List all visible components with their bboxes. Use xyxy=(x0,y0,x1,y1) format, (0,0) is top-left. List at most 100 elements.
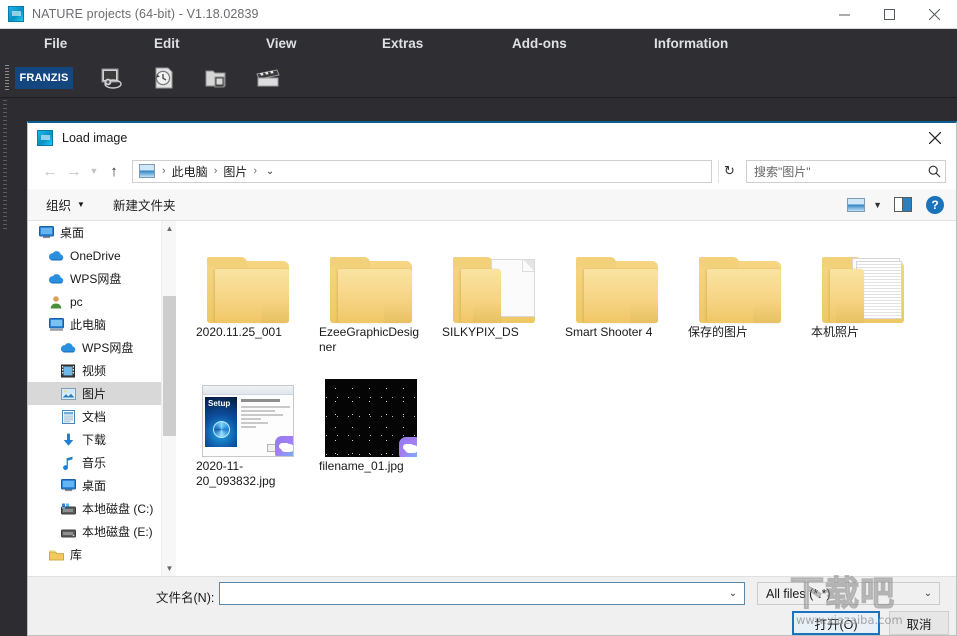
file-thumbnail: Setup xyxy=(200,365,296,457)
sidebar-item-label: pc xyxy=(70,294,83,309)
sidebar-item-9[interactable]: 下载 xyxy=(28,428,176,451)
sidebar-item-4[interactable]: 此电脑 xyxy=(28,313,176,336)
filename-field[interactable]: ⌄ xyxy=(219,582,745,605)
up-arrow-icon[interactable]: ↑ xyxy=(102,159,126,183)
search-icon xyxy=(923,165,945,178)
file-tile[interactable]: filename_01.jpg xyxy=(315,365,427,499)
forward-arrow-icon[interactable]: → xyxy=(62,159,86,183)
view-chevron-down-icon[interactable]: ▼ xyxy=(873,200,882,210)
sidebar-item-11[interactable]: 桌面 xyxy=(28,474,176,497)
sidebar-item-6[interactable]: 视频 xyxy=(28,359,176,382)
close-button[interactable] xyxy=(912,0,957,29)
sidebar-item-14[interactable]: 库 xyxy=(28,543,176,566)
sidebar-item-2[interactable]: WPS网盘 xyxy=(28,267,176,290)
documents-icon xyxy=(60,409,76,425)
chevron-down-icon: ▼ xyxy=(77,200,85,209)
menu-addons[interactable]: Add-ons xyxy=(508,34,571,53)
file-name-label: EzeeGraphicDesigner xyxy=(319,325,420,354)
filetype-combo[interactable]: All files (*.*) ⌄ xyxy=(757,582,940,605)
filetype-value: All files (*.*) xyxy=(766,586,831,601)
organize-button[interactable]: 组织 ▼ xyxy=(38,192,93,217)
movie-clapper-icon[interactable] xyxy=(255,65,281,91)
minimize-button[interactable] xyxy=(822,0,867,29)
sidebar-item-8[interactable]: 文档 xyxy=(28,405,176,428)
file-name-label: 保存的图片 xyxy=(688,325,749,339)
cancel-button[interactable]: 取消 xyxy=(889,611,949,635)
load-image-dialog: Load image ← → ▼ ↑ › 此电脑 › 图片 › ⌄ ↻ 搜索"图… xyxy=(27,121,957,636)
back-arrow-icon[interactable]: ← xyxy=(38,159,62,183)
file-list-view[interactable]: 2020.11.25_001 EzeeGraphicDesigner SILKYPI… xyxy=(180,221,956,576)
help-button[interactable]: ? xyxy=(926,195,944,214)
scroll-down-arrow-icon[interactable]: ▼ xyxy=(162,561,176,576)
file-tile[interactable]: 保存的图片 xyxy=(684,231,796,365)
app-menubar: File Edit View Extras Add-ons Informatio… xyxy=(0,29,957,58)
sidebar-item-10[interactable]: 音乐 xyxy=(28,451,176,474)
cloud-icon xyxy=(48,271,64,287)
menu-information[interactable]: Information xyxy=(650,34,732,53)
file-name-label: 2020-11-20_093832.jpg xyxy=(196,459,276,488)
user-icon xyxy=(48,294,64,310)
sidebar-item-13[interactable]: 本地磁盘 (E:) xyxy=(28,520,176,543)
drive-icon xyxy=(60,524,76,540)
file-tile[interactable]: Setup 2020-11-20_093832.jpg xyxy=(192,365,304,499)
new-folder-button[interactable]: 新建文件夹 xyxy=(105,192,184,217)
file-tile[interactable]: 本机照片 xyxy=(807,231,919,365)
file-thumbnail xyxy=(323,231,419,323)
cloud-icon xyxy=(48,248,64,264)
breadcrumb-separator: › xyxy=(253,165,258,177)
address-chevron-down-icon[interactable]: ⌄ xyxy=(260,166,280,177)
cloud-icon xyxy=(60,340,76,356)
image-thumbnail xyxy=(325,379,417,457)
scrollbar-thumb[interactable] xyxy=(163,296,176,436)
folder-icon xyxy=(330,257,412,323)
toolbar-drag-grip[interactable] xyxy=(5,64,9,91)
breadcrumb-pictures[interactable]: 图片 xyxy=(220,163,250,180)
address-bar[interactable]: › 此电脑 › 图片 › ⌄ xyxy=(132,159,712,183)
filename-input[interactable] xyxy=(220,583,722,604)
sidebar-item-12[interactable]: 本地磁盘 (C:) xyxy=(28,497,176,520)
scroll-up-arrow-icon[interactable]: ▲ xyxy=(162,221,176,236)
open-button[interactable]: 打开(O) xyxy=(792,611,880,635)
filetype-chevron-down-icon[interactable]: ⌄ xyxy=(917,588,939,599)
video-icon xyxy=(60,363,76,379)
desktop-icon xyxy=(60,478,76,494)
menu-file[interactable]: File xyxy=(40,34,71,53)
left-panel-grip[interactable] xyxy=(3,100,7,230)
file-tile[interactable]: SILKYPIX_DS xyxy=(438,231,550,365)
sidebar-item-1[interactable]: OneDrive xyxy=(28,244,176,267)
menu-extras[interactable]: Extras xyxy=(378,34,427,53)
sidebar-item-label: OneDrive xyxy=(70,248,121,263)
maximize-button[interactable] xyxy=(867,0,912,29)
sidebar-item-0[interactable]: 桌面 xyxy=(28,221,176,244)
file-tile[interactable]: 2020.11.25_001 xyxy=(192,231,304,365)
load-image-icon[interactable] xyxy=(99,65,125,91)
history-icon[interactable] xyxy=(151,65,177,91)
app-title: NATURE projects (64-bit) - V1.18.02839 xyxy=(32,7,259,21)
file-tile[interactable]: Smart Shooter 4 xyxy=(561,231,673,365)
dialog-close-button[interactable] xyxy=(914,123,956,153)
batch-folder-icon[interactable] xyxy=(203,65,229,91)
sidebar-item-3[interactable]: pc xyxy=(28,290,176,313)
breadcrumb-this-pc[interactable]: 此电脑 xyxy=(169,163,211,180)
view-mode-icon[interactable] xyxy=(847,197,866,212)
filename-label: 文件名(N): xyxy=(156,591,215,605)
sidebar-item-5[interactable]: WPS网盘 xyxy=(28,336,176,359)
menu-view[interactable]: View xyxy=(262,34,301,53)
sidebar-item-7[interactable]: 图片 xyxy=(28,382,176,405)
search-box[interactable]: 搜索"图片" xyxy=(746,159,946,183)
dialog-title: Load image xyxy=(62,131,128,145)
preview-pane-icon[interactable] xyxy=(894,197,912,212)
menu-edit[interactable]: Edit xyxy=(150,34,184,53)
filename-chevron-down-icon[interactable]: ⌄ xyxy=(722,588,744,599)
dialog-titlebar: Load image xyxy=(28,123,956,153)
search-input[interactable]: 搜索"图片" xyxy=(747,163,923,180)
cloud-sync-badge xyxy=(399,437,417,457)
sidebar-item-label: 音乐 xyxy=(82,456,107,470)
file-tile[interactable]: EzeeGraphicDesigner xyxy=(315,231,427,365)
refresh-icon[interactable]: ↻ xyxy=(718,159,740,183)
navigation-scrollbar[interactable]: ▲ ▼ xyxy=(161,221,176,576)
franzis-brand-logo: FRANZIS xyxy=(15,66,73,89)
folder-icon xyxy=(699,257,781,323)
recent-locations-chevron-down-icon[interactable]: ▼ xyxy=(86,159,102,183)
dialog-footer: 文件名(N): ⌄ All files (*.*) ⌄ 打开(O) 取消 xyxy=(28,576,956,635)
